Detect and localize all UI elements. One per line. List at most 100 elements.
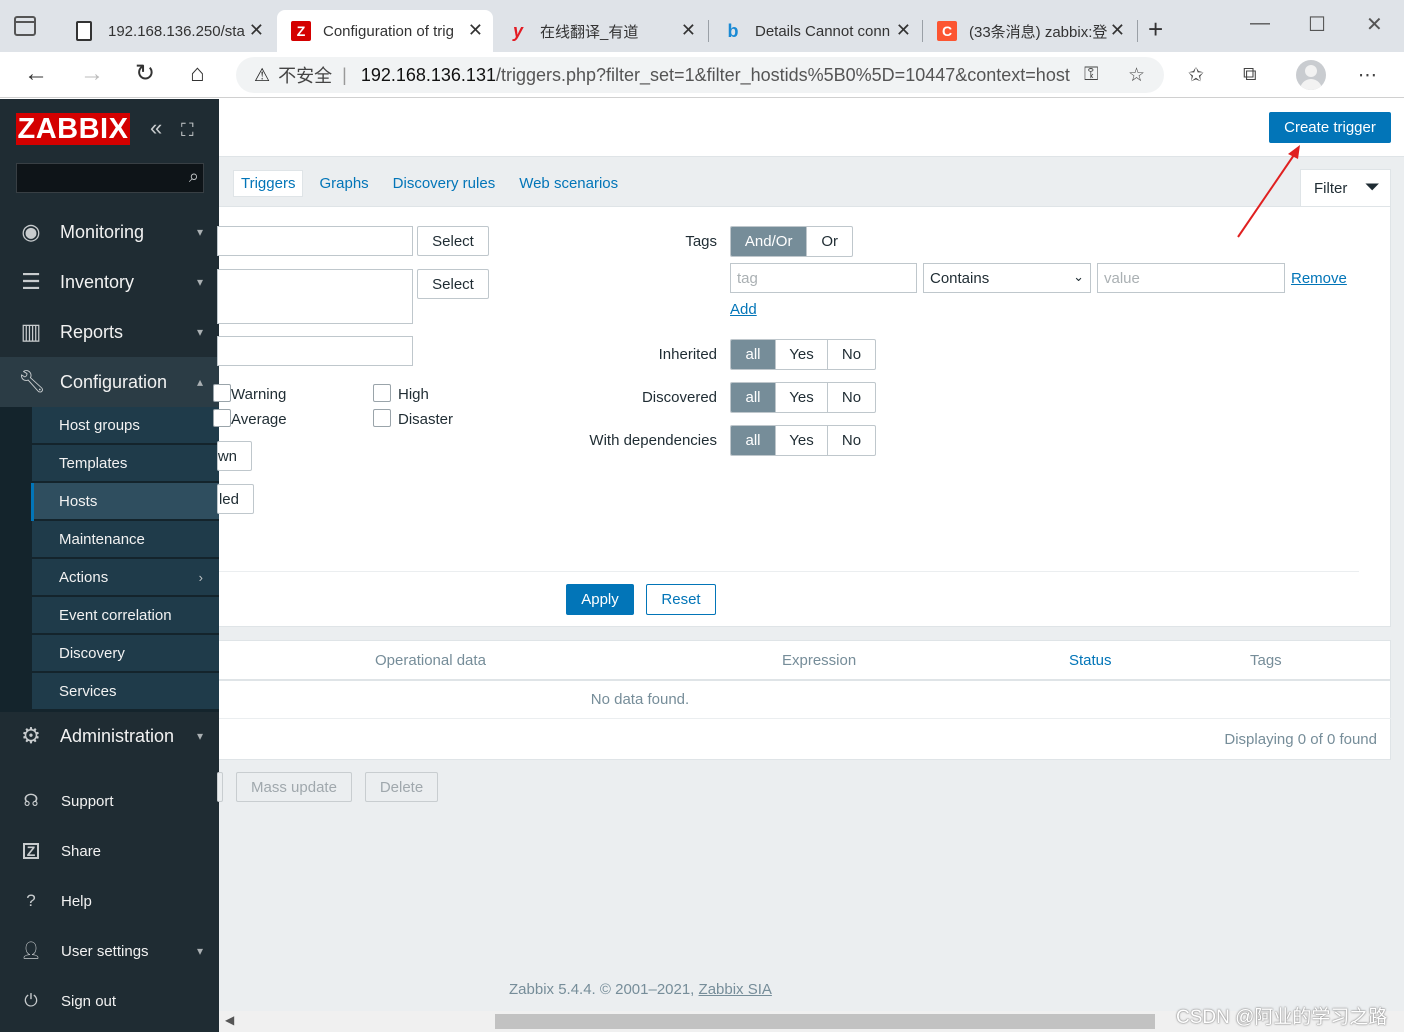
discovered-toggle[interactable]: all Yes No bbox=[730, 382, 876, 413]
inherited-toggle[interactable]: all Yes No bbox=[730, 339, 876, 370]
collapse-sidebar-icon[interactable]: « bbox=[150, 117, 162, 139]
severity-high-checkbox[interactable] bbox=[373, 384, 391, 402]
annotation-arrow bbox=[1237, 145, 1300, 238]
refresh-icon[interactable]: ↻ bbox=[135, 62, 155, 86]
new-tab-icon[interactable]: + bbox=[1148, 14, 1163, 45]
severity-average-checkbox[interactable] bbox=[213, 409, 231, 427]
close-icon[interactable]: ✕ bbox=[249, 20, 264, 41]
menu-sign-out[interactable]: ⏻ Sign out bbox=[0, 981, 219, 1021]
option-no[interactable]: No bbox=[827, 383, 875, 412]
close-icon[interactable]: ✕ bbox=[681, 20, 696, 41]
name-field[interactable] bbox=[217, 336, 413, 366]
filter-tab[interactable]: Filter ⏷ bbox=[1300, 169, 1391, 207]
close-icon[interactable]: ✕ bbox=[1110, 20, 1125, 41]
minimize-icon[interactable]: — bbox=[1250, 12, 1270, 35]
menu-user-settings[interactable]: 👤︎ User settings ▾ bbox=[0, 931, 219, 971]
browser-tab[interactable]: 192.168.136.250/sta ✕ bbox=[62, 10, 274, 52]
zabbix-sia-link[interactable]: Zabbix SIA bbox=[699, 981, 772, 998]
tag-input[interactable]: tag bbox=[730, 263, 917, 293]
browser-tab[interactable]: C (33条消息) zabbix:登 ✕ bbox=[923, 10, 1135, 52]
page-icon bbox=[76, 21, 92, 41]
subnav-discovery-rules[interactable]: Discovery rules bbox=[393, 175, 496, 192]
back-icon[interactable]: ← bbox=[24, 62, 48, 86]
zabbix-logo[interactable]: ZABBIX bbox=[16, 113, 130, 145]
submenu-maintenance[interactable]: Maintenance bbox=[32, 521, 219, 558]
delete-button[interactable]: Delete bbox=[365, 772, 438, 802]
menu-monitoring[interactable]: ◉ Monitoring ▾ bbox=[0, 207, 219, 257]
subnav-graphs[interactable]: Graphs bbox=[319, 175, 368, 192]
more-icon[interactable]: ⋯ bbox=[1358, 64, 1377, 87]
browser-tab[interactable]: y 在线翻译_有道 ✕ bbox=[494, 10, 706, 52]
forward-icon[interactable]: → bbox=[80, 62, 104, 86]
submenu-actions[interactable]: Actions › bbox=[32, 559, 219, 596]
tab-actions-icon[interactable] bbox=[14, 16, 36, 36]
menu-reports[interactable]: ▥ Reports ▾ bbox=[0, 307, 219, 357]
remove-tag-link[interactable]: Remove bbox=[1291, 270, 1347, 287]
state-unknown-button[interactable]: wn bbox=[217, 441, 252, 471]
severity-warning-checkbox[interactable] bbox=[213, 384, 231, 402]
option-yes[interactable]: Yes bbox=[775, 340, 827, 369]
tag-value-input[interactable]: value bbox=[1097, 263, 1285, 293]
scroll-left-icon[interactable]: ◀ bbox=[225, 1013, 234, 1027]
menu-share[interactable]: Z Share bbox=[0, 831, 219, 871]
close-icon[interactable]: ✕ bbox=[468, 20, 483, 41]
submenu-host-groups[interactable]: Host groups bbox=[32, 407, 219, 444]
dependencies-toggle[interactable]: all Yes No bbox=[730, 425, 876, 456]
browser-tab[interactable]: b Details Cannot conn ✕ bbox=[709, 10, 921, 52]
menu-help[interactable]: ? Help bbox=[0, 881, 219, 921]
option-no[interactable]: No bbox=[827, 426, 875, 455]
favorite-add-icon[interactable]: ☆ bbox=[1128, 64, 1145, 87]
option-yes[interactable]: Yes bbox=[775, 383, 827, 412]
submenu-event-correlation[interactable]: Event correlation bbox=[32, 597, 219, 634]
option-all[interactable]: all bbox=[731, 426, 775, 455]
hosts-field[interactable] bbox=[217, 269, 413, 324]
column-operational-data[interactable]: Operational data bbox=[375, 652, 486, 669]
kiosk-mode-icon[interactable]: ⛶ bbox=[181, 119, 194, 141]
severity-disaster-checkbox[interactable] bbox=[373, 409, 391, 427]
tags-mode-toggle[interactable]: And/Or Or bbox=[730, 226, 853, 257]
create-trigger-button[interactable]: Create trigger bbox=[1269, 112, 1391, 143]
menu-inventory[interactable]: ☰ Inventory ▾ bbox=[0, 257, 219, 307]
option-all[interactable]: all bbox=[731, 340, 775, 369]
main-content: Create trigger Triggers Graphs Discovery… bbox=[213, 99, 1404, 1032]
apply-button[interactable]: Apply bbox=[566, 584, 634, 615]
option-no[interactable]: No bbox=[827, 340, 875, 369]
collections-icon[interactable]: ⧉ bbox=[1243, 64, 1257, 86]
subnav-triggers[interactable]: Triggers bbox=[233, 169, 304, 197]
submenu-hosts[interactable]: Hosts bbox=[32, 483, 219, 520]
option-yes[interactable]: Yes bbox=[775, 426, 827, 455]
add-tag-link[interactable]: Add bbox=[730, 301, 757, 318]
tags-and-or-option[interactable]: And/Or bbox=[731, 227, 807, 256]
select-host-groups-button[interactable]: Select bbox=[417, 226, 489, 256]
tag-operator-select[interactable]: Contains ⌄ bbox=[923, 263, 1091, 293]
search-icon[interactable]: ⌕ bbox=[189, 166, 199, 187]
sidebar-search-input[interactable]: ⌕ bbox=[16, 163, 204, 193]
host-groups-field[interactable] bbox=[217, 226, 413, 256]
option-all[interactable]: all bbox=[731, 383, 775, 412]
reset-button[interactable]: Reset bbox=[646, 584, 716, 615]
submenu-templates[interactable]: Templates bbox=[32, 445, 219, 482]
sidebar: ZABBIX « ⛶ ⌕ ◉ Monitoring ▾ ☰ Inventory … bbox=[0, 99, 219, 1032]
close-icon[interactable]: ✕ bbox=[896, 20, 911, 41]
menu-support[interactable]: ☊ Support bbox=[0, 781, 219, 821]
address-bar[interactable]: ⚠ 不安全 | 192.168.136.131/triggers.php?fil… bbox=[236, 57, 1164, 93]
maximize-icon[interactable]: ☐ bbox=[1308, 12, 1326, 37]
status-disabled-button[interactable]: led bbox=[217, 484, 254, 514]
favorites-icon[interactable]: ✩ bbox=[1188, 64, 1204, 87]
tags-or-option[interactable]: Or bbox=[806, 227, 852, 256]
subnav-web-scenarios[interactable]: Web scenarios bbox=[519, 175, 618, 192]
home-icon[interactable]: ⌂ bbox=[190, 62, 205, 86]
mass-update-button[interactable]: Mass update bbox=[236, 772, 352, 802]
key-icon[interactable]: ⚿ bbox=[1084, 64, 1098, 86]
scrollbar-thumb[interactable] bbox=[495, 1014, 1155, 1029]
select-hosts-button[interactable]: Select bbox=[417, 269, 489, 299]
chevron-down-icon: ▾ bbox=[196, 275, 203, 289]
browser-tab-active[interactable]: Z Configuration of trig ✕ bbox=[277, 10, 493, 52]
window-close-icon[interactable]: ✕ bbox=[1366, 12, 1383, 37]
column-status[interactable]: Status bbox=[1069, 652, 1112, 669]
menu-administration[interactable]: ⚙ Administration ▾ bbox=[0, 711, 219, 761]
profile-avatar[interactable] bbox=[1296, 60, 1326, 90]
submenu-services[interactable]: Services bbox=[32, 673, 219, 710]
menu-configuration[interactable]: 🔧︎ Configuration ▴ bbox=[0, 357, 219, 407]
submenu-discovery[interactable]: Discovery bbox=[32, 635, 219, 672]
